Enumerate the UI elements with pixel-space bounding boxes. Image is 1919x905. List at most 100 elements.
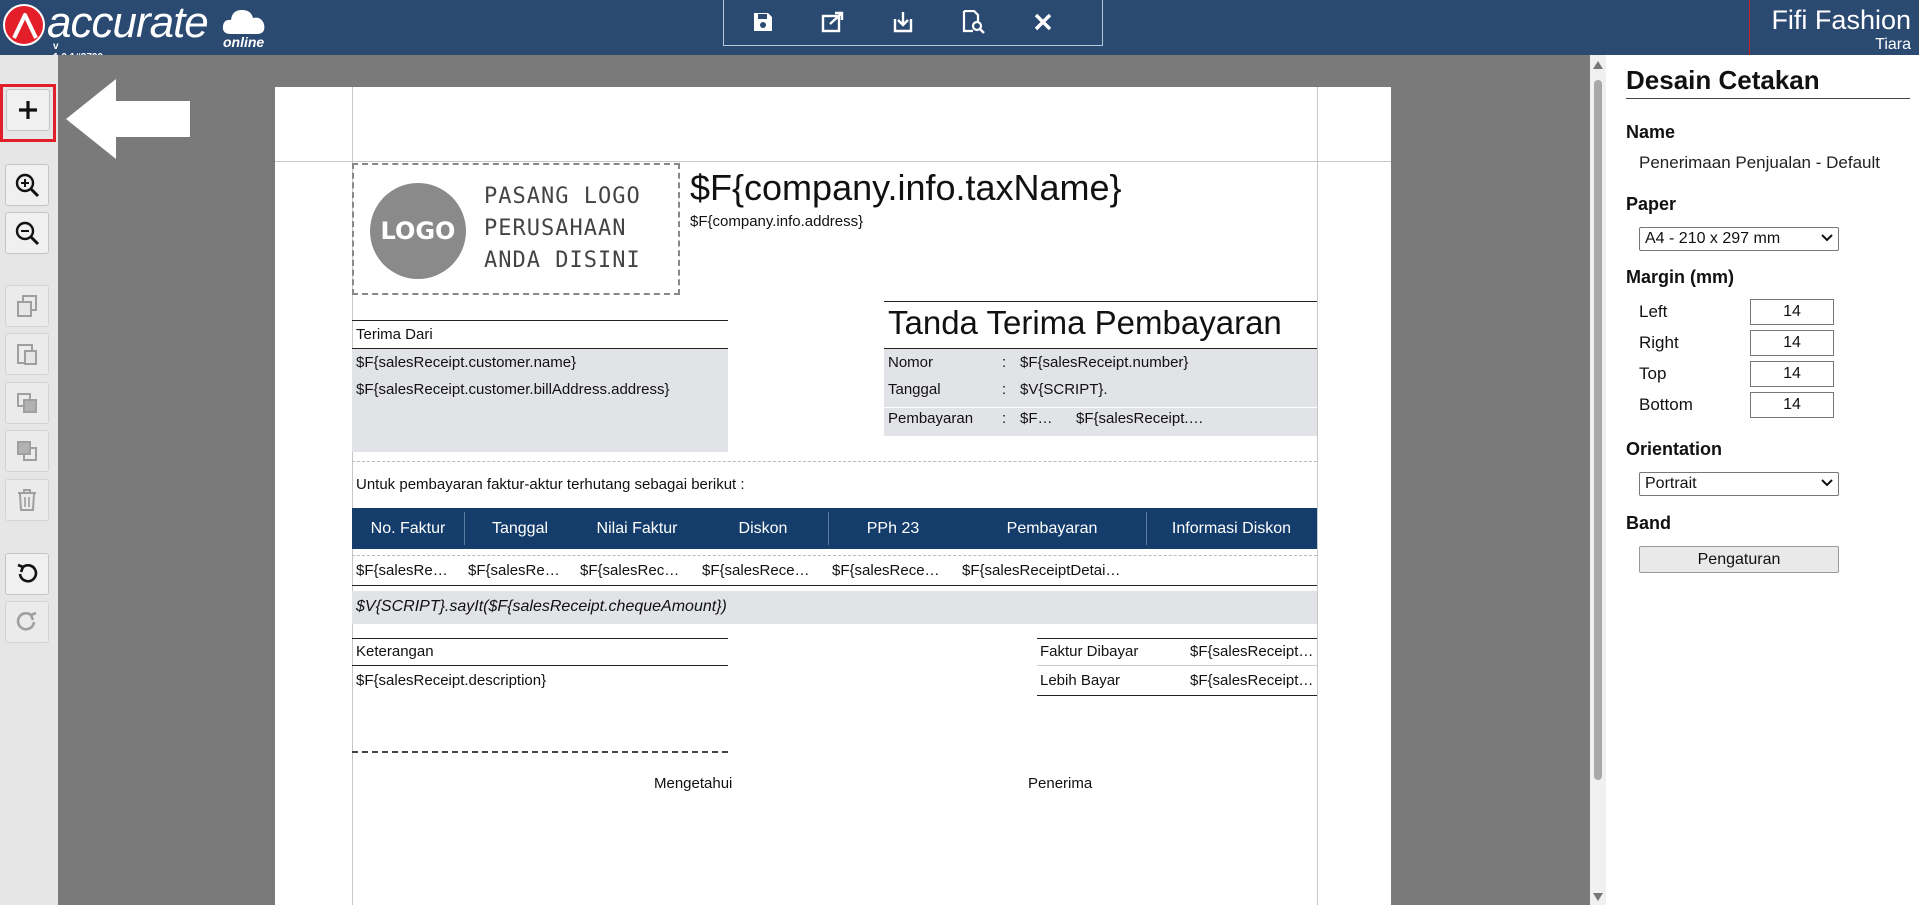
info-label-nomor: Nomor bbox=[888, 354, 934, 371]
table-header-cell: Diskon bbox=[738, 520, 788, 537]
info-separator: : bbox=[1002, 354, 1007, 371]
margin-top-input[interactable]: 14 bbox=[1750, 361, 1834, 387]
zoom-in-button[interactable] bbox=[5, 164, 49, 206]
document-title[interactable]: Tanda Terima Pembayaran bbox=[888, 304, 1282, 342]
save-icon bbox=[754, 13, 772, 31]
company-address-field[interactable]: $F{company.info.address} bbox=[690, 213, 863, 230]
total-label-paid[interactable]: Faktur Dibayar bbox=[1040, 643, 1138, 660]
signature-right-label[interactable]: Penerima bbox=[1028, 775, 1092, 792]
paper-label: Paper bbox=[1626, 194, 1677, 214]
divider bbox=[1749, 0, 1750, 55]
paste-icon bbox=[17, 344, 37, 365]
report-page[interactable]: LOGO PASANG LOGO PERUSAHAAN ANDA DISINI … bbox=[275, 87, 1391, 905]
notes-label[interactable]: Keterangan bbox=[356, 643, 434, 660]
design-canvas[interactable]: LOGO PASANG LOGO PERUSAHAAN ANDA DISINI … bbox=[58, 55, 1590, 905]
logo-placeholder[interactable]: LOGO PASANG LOGO PERUSAHAAN ANDA DISINI bbox=[352, 163, 680, 295]
add-element-button[interactable] bbox=[6, 89, 50, 131]
export-button[interactable] bbox=[818, 8, 848, 36]
preview-icon bbox=[962, 10, 985, 34]
add-icon bbox=[19, 101, 37, 119]
table-header-cell: Pembayaran bbox=[1006, 520, 1098, 537]
company-info[interactable]: Fifi Fashion Tiara bbox=[1771, 4, 1911, 54]
info-value-pembayaran-2: $F{salesReceipt.… bbox=[1076, 410, 1204, 427]
divider bbox=[1037, 638, 1317, 639]
signature-left-label[interactable]: Mengetahui bbox=[654, 775, 732, 792]
close-button[interactable] bbox=[1028, 8, 1058, 36]
say-it-field[interactable]: $V{SCRIPT}.sayIt($F{salesReceipt.chequeA… bbox=[352, 591, 1317, 624]
orientation-select-value: Portrait bbox=[1645, 475, 1697, 492]
company-taxname-field[interactable]: $F{company.info.taxName} bbox=[690, 167, 1122, 209]
signature-separator bbox=[352, 751, 728, 753]
properties-panel: Desain Cetakan Name Penerimaan Penjualan… bbox=[1606, 55, 1919, 905]
divider bbox=[884, 301, 1317, 302]
copy-button[interactable] bbox=[5, 285, 49, 327]
bring-front-button[interactable] bbox=[5, 382, 49, 424]
logo-circle: LOGO bbox=[370, 183, 466, 279]
zoom-in-icon bbox=[15, 173, 40, 198]
margin-right-input[interactable]: 14 bbox=[1750, 330, 1834, 356]
divider bbox=[1037, 695, 1317, 696]
margin-bottom-input[interactable]: 14 bbox=[1750, 392, 1834, 418]
total-value-paid[interactable]: $F{salesReceipt.total… bbox=[1190, 643, 1315, 660]
margin-right-label: Right bbox=[1639, 333, 1679, 352]
say-it-text: $V{SCRIPT}.sayIt($F{salesReceipt.chequeA… bbox=[356, 598, 727, 615]
table-cell: $F{salesReceiptDetai… bbox=[962, 562, 1121, 579]
info-label-tanggal: Tanggal bbox=[888, 381, 941, 398]
copy-icon bbox=[17, 295, 37, 317]
pointer-arrow-icon bbox=[66, 79, 190, 159]
customer-block[interactable]: $F{salesReceipt.customer.name} $F{salesR… bbox=[352, 349, 728, 452]
paste-button[interactable] bbox=[5, 333, 49, 375]
customer-name-field: $F{salesReceipt.customer.name} bbox=[356, 354, 577, 371]
divider bbox=[352, 320, 728, 321]
left-toolbar bbox=[0, 55, 59, 905]
undo-icon bbox=[17, 563, 38, 583]
scrollbar-thumb[interactable] bbox=[1594, 80, 1602, 780]
paper-select-value: A4 - 210 x 297 mm bbox=[1645, 230, 1781, 247]
margin-bottom-label: Bottom bbox=[1639, 395, 1693, 414]
send-back-icon bbox=[17, 441, 37, 461]
table-cell: $F{salesRe… bbox=[356, 562, 448, 579]
import-button[interactable] bbox=[888, 8, 918, 36]
info-value-nomor: $F{salesReceipt.number} bbox=[1020, 354, 1189, 371]
margin-left-label: Left bbox=[1639, 302, 1668, 321]
export-icon bbox=[821, 11, 844, 33]
zoom-out-button[interactable] bbox=[5, 212, 49, 254]
table-header-cell: Informasi Diskon bbox=[1171, 520, 1292, 537]
redo-button[interactable] bbox=[5, 601, 49, 643]
paper-select[interactable]: A4 - 210 x 297 mm bbox=[1639, 227, 1839, 251]
logo-line: PERUSAHAAN bbox=[484, 216, 627, 241]
orientation-select[interactable]: Portrait bbox=[1639, 472, 1839, 496]
panel-title: Desain Cetakan bbox=[1626, 65, 1910, 99]
receipt-info-block[interactable]: Nomor : $F{salesReceipt.number} Tanggal … bbox=[884, 349, 1317, 436]
notes-value-field[interactable]: $F{salesReceipt.description} bbox=[356, 672, 546, 689]
scroll-down-icon[interactable] bbox=[1593, 893, 1603, 901]
margin-left-input[interactable]: 14 bbox=[1750, 299, 1834, 325]
info-separator: : bbox=[1002, 381, 1007, 398]
undo-button[interactable] bbox=[5, 553, 49, 595]
divider bbox=[352, 638, 728, 639]
table-row[interactable]: $F{salesRe… $F{salesRe… $F{salesRec… $F{… bbox=[352, 557, 1317, 585]
import-icon bbox=[893, 12, 913, 33]
total-label-overpaid[interactable]: Lebih Bayar bbox=[1040, 672, 1120, 689]
save-button[interactable] bbox=[748, 8, 778, 36]
scroll-up-icon[interactable] bbox=[1593, 61, 1603, 69]
preview-button[interactable] bbox=[958, 8, 988, 36]
table-header[interactable]: No. Faktur Tanggal Nilai Faktur Diskon P… bbox=[352, 508, 1317, 549]
send-back-button[interactable] bbox=[5, 430, 49, 472]
receive-from-label[interactable]: Terima Dari bbox=[356, 326, 433, 343]
divider bbox=[884, 407, 1317, 408]
total-value-overpaid[interactable]: $F{salesReceipt.over… bbox=[1190, 672, 1315, 689]
close-icon bbox=[1034, 13, 1052, 31]
band-settings-button[interactable]: Pengaturan bbox=[1639, 546, 1839, 573]
canvas-scrollbar[interactable] bbox=[1590, 55, 1606, 905]
margin-guide-right bbox=[1317, 87, 1318, 905]
divider bbox=[352, 665, 728, 666]
intro-text[interactable]: Untuk pembayaran faktur-aktur terhutang … bbox=[356, 476, 745, 493]
delete-button[interactable] bbox=[5, 479, 49, 521]
logo-placeholder-text: PASANG LOGO PERUSAHAAN ANDA DISINI bbox=[484, 181, 641, 277]
band-separator bbox=[352, 555, 1317, 556]
table-header-cell: PPh 23 bbox=[866, 520, 920, 537]
user-name: Tiara bbox=[1875, 36, 1911, 53]
delete-icon bbox=[18, 489, 36, 511]
logo-line: ANDA DISINI bbox=[484, 248, 641, 273]
